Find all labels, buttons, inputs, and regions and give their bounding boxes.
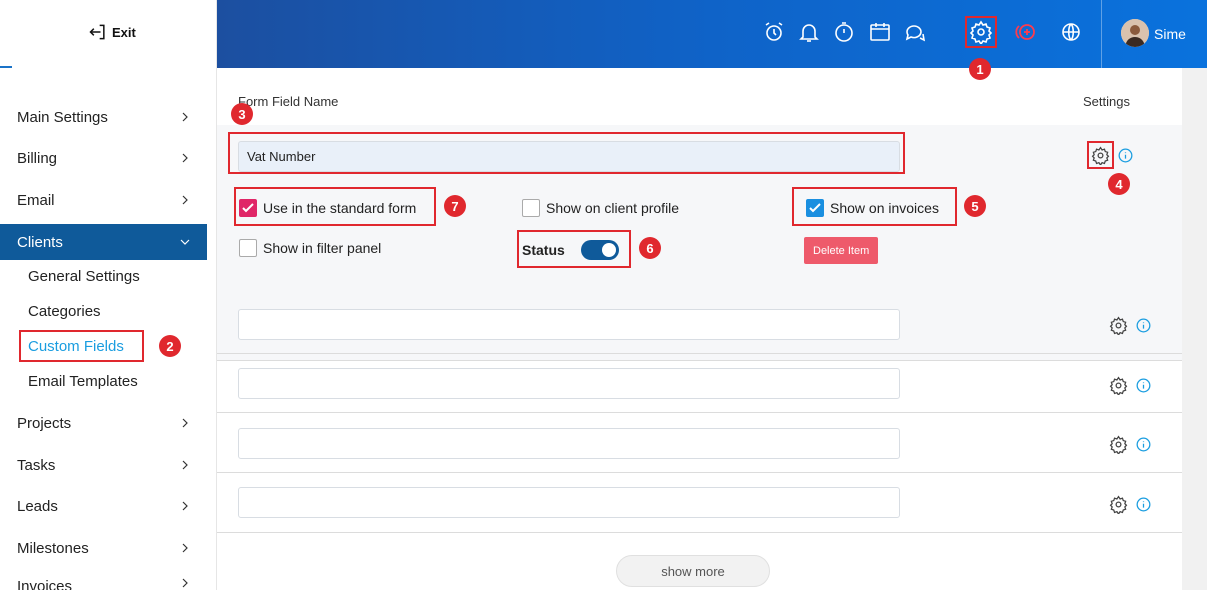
sidebar-item-invoices[interactable]: Invoices [0,572,207,590]
chat-icon[interactable] [903,20,927,44]
annotation-badge-6: 6 [639,237,661,259]
chevron-right-icon [182,460,188,470]
chevron-right-icon [182,543,188,553]
sidebar-subitem-categories[interactable]: Categories [28,303,101,320]
timer-icon[interactable] [832,20,856,44]
info-icon[interactable] [1134,316,1153,335]
chevron-right-icon [182,153,188,163]
sidebar-item-label: Leads [17,497,58,515]
sidebar-subitem-general-settings[interactable]: General Settings [28,268,140,285]
exit-button[interactable]: Exit [88,22,136,42]
row-actions [1109,316,1153,335]
annotation-box-2 [19,330,144,362]
annotation-box-4 [1087,141,1114,169]
avatar[interactable] [1121,19,1149,47]
info-icon[interactable] [1134,376,1153,395]
sidebar-item-clients[interactable]: Clients [0,224,207,260]
sidebar-item-milestones[interactable]: Milestones [0,530,207,566]
chevron-right-icon [182,501,188,511]
sidebar-item-label: Billing [17,149,58,167]
checkbox-filter-panel[interactable]: Show in filter panel [239,239,381,257]
chevron-down-icon [180,239,190,245]
info-icon[interactable] [1116,146,1135,165]
delete-item-button[interactable]: Delete Item [804,237,879,264]
row-actions [1109,495,1153,514]
row-divider [217,353,1182,354]
row-divider [217,532,1182,533]
annotation-box-5 [792,187,957,226]
sidebar-item-main-settings[interactable]: Main Settings [0,99,207,135]
annotation-box-1 [965,16,997,48]
chevron-right-icon [182,112,188,122]
sidebar-item-projects[interactable]: Projects [0,405,207,441]
sidebar-item-label: Milestones [17,539,89,557]
sidebar-item-tasks[interactable]: Tasks [0,447,207,483]
main-content: Form Field Name Settings Vat Number Use … [217,68,1182,590]
chevron-right-icon [182,578,188,588]
bell-icon[interactable] [797,20,821,44]
field-name-input[interactable] [238,428,900,459]
show-more-button[interactable]: show more [616,555,770,587]
sidebar-item-label: Main Settings [17,108,108,126]
annotation-badge-5: 5 [964,195,986,217]
info-icon[interactable] [1134,495,1153,514]
field-name-input[interactable] [238,309,900,340]
add-icon[interactable] [1013,20,1037,44]
user-name[interactable]: Sime [1154,26,1186,42]
row-divider [217,412,1182,413]
checkbox-label: Show on client profile [546,200,680,216]
checkbox-label: Show in filter panel [263,240,382,256]
annotation-box-6 [517,230,631,268]
row-actions [1109,435,1153,454]
sidebar-item-label: Invoices [17,578,73,590]
annotation-box-7 [234,187,436,226]
column-header-field-name: Form Field Name [238,94,339,109]
gear-icon[interactable] [1109,495,1128,514]
sidebar: Exit Main Settings Billing Email Clients… [0,0,217,590]
chevron-right-icon [182,195,188,205]
chevron-right-icon [182,418,188,428]
sidebar-subitem-email-templates[interactable]: Email Templates [28,373,138,390]
annotation-box-3 [228,132,905,174]
field-name-input[interactable] [238,487,900,518]
checkbox-client-profile[interactable]: Show on client profile [522,199,679,217]
gear-icon[interactable] [1109,376,1128,395]
column-header-settings: Settings [1083,94,1130,109]
exit-label: Exit [112,24,136,40]
sidebar-accent [0,66,12,68]
scrollbar[interactable] [1182,68,1207,590]
sidebar-item-label: Tasks [17,456,56,474]
gear-icon[interactable] [1109,316,1128,335]
sidebar-item-label: Clients [17,233,63,251]
row-actions [1109,376,1153,395]
sidebar-item-email[interactable]: Email [0,182,207,218]
sidebar-item-label: Projects [17,414,72,432]
sidebar-item-leads[interactable]: Leads [0,488,207,524]
annotation-badge-3: 3 [231,103,253,125]
globe-icon[interactable] [1059,20,1083,44]
row-divider [217,472,1182,473]
exit-icon [89,24,105,40]
calendar-icon[interactable] [868,20,892,44]
field-name-input[interactable] [238,368,900,399]
alarm-icon[interactable] [762,20,786,44]
annotation-badge-2: 2 [159,335,181,357]
topbar-divider [1101,0,1102,68]
annotation-badge-4: 4 [1108,173,1130,195]
annotation-badge-7: 7 [444,195,466,217]
gear-icon[interactable] [1109,435,1128,454]
sidebar-item-billing[interactable]: Billing [0,140,207,176]
top-bar: Sime 1 [217,0,1207,80]
checkbox-box[interactable] [522,199,540,217]
info-icon[interactable] [1134,435,1153,454]
checkbox-box[interactable] [239,239,257,257]
sidebar-item-label: Email [17,191,55,209]
